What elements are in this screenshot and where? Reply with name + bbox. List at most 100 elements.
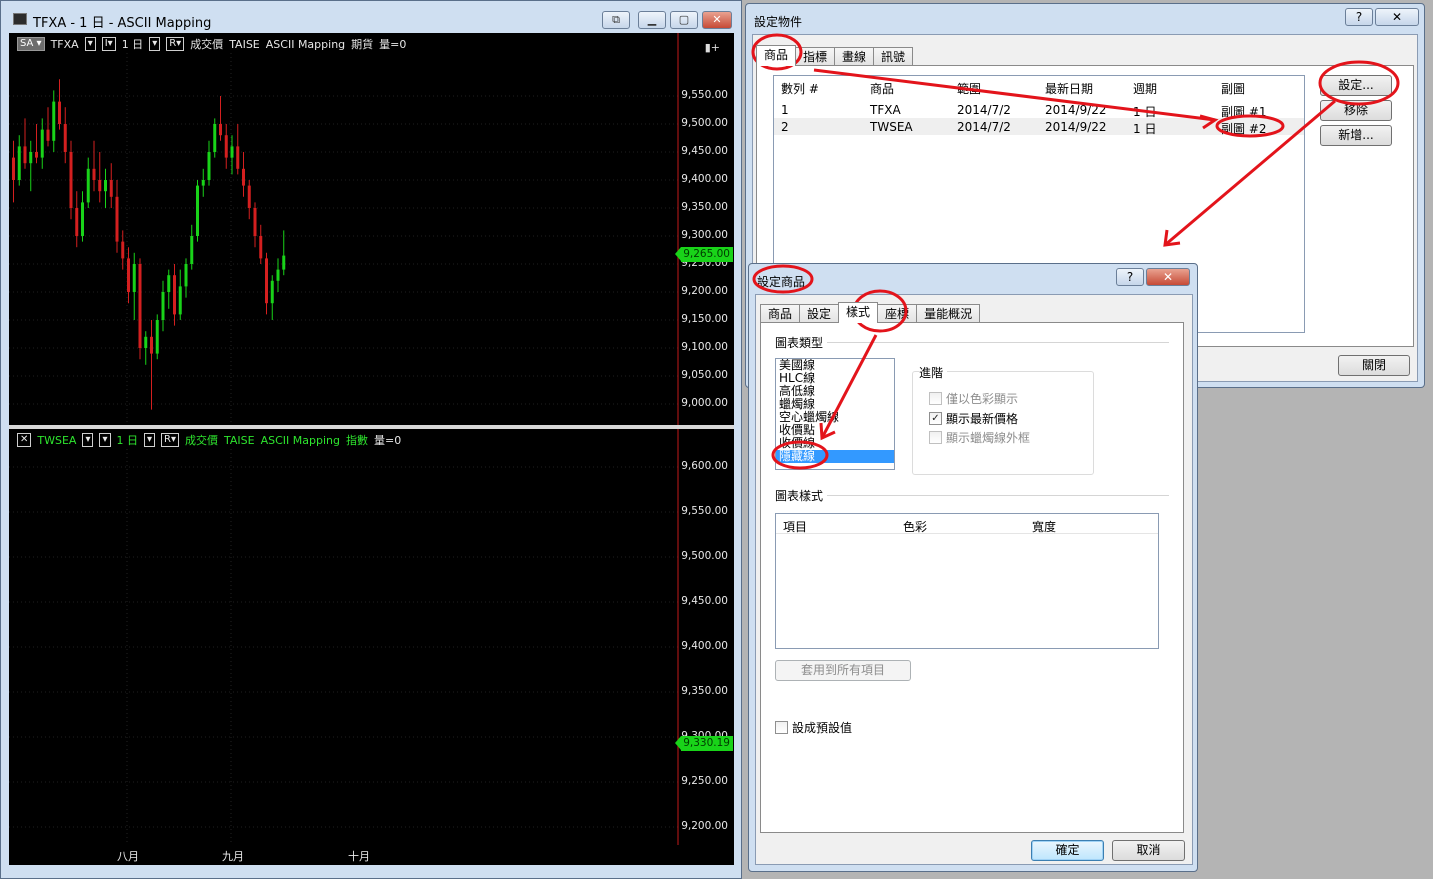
style-grid[interactable]: 項目 色彩 寬度 (775, 513, 1159, 649)
range-dropdown-icon[interactable]: R▾ (161, 433, 180, 447)
candle-body (86, 168, 90, 203)
col-period[interactable]: 週期 (1133, 80, 1157, 97)
col-color[interactable]: 色彩 (903, 518, 927, 535)
close-window-button[interactable]: ✕ (702, 11, 732, 29)
dialog-title: 設定商品 (757, 275, 806, 289)
series-list-header: 數列 # 商品 範圍 最新日期 週期 副圖 (774, 76, 1304, 96)
col-width[interactable]: 寬度 (1032, 518, 1056, 535)
cell-no: 2 (781, 120, 789, 134)
list-item-selected[interactable]: 隱藏線 (776, 450, 894, 463)
field-label: 成交價 (190, 38, 224, 51)
tab-signals[interactable]: 訊號 (873, 47, 914, 66)
maximize-button[interactable]: ▢ (670, 11, 698, 29)
price-pane-tfxa[interactable]: SA ▾ TFXA ▾ I▾ 1 日 ▾ R▾ 成交價 TAISE ASCII … (9, 33, 734, 425)
y-tick-label: 9,200.00 (681, 285, 728, 297)
type-label: 期貨 (351, 38, 374, 51)
y-tick-label: 9,250.00 (681, 775, 728, 787)
tab-volume-profile[interactable]: 量能概況 (916, 304, 981, 323)
tab-settings[interactable]: 設定 (799, 304, 840, 323)
candle-body (127, 258, 130, 292)
help-button[interactable]: ? (1116, 268, 1144, 286)
sa-dropdown[interactable]: SA ▾ (17, 37, 45, 51)
col-item[interactable]: 項目 (783, 518, 807, 535)
candle-body (219, 124, 222, 136)
symbol-dropdown-icon[interactable]: ▾ (84, 37, 96, 51)
candle-body (92, 168, 96, 180)
tab-indicators[interactable]: 指標 (795, 47, 836, 66)
col-range[interactable]: 範圍 (957, 80, 981, 97)
interval-dropdown-icon[interactable]: I▾ (101, 37, 116, 51)
col-symbol[interactable]: 商品 (870, 80, 894, 97)
show-last-price-option[interactable]: ✓ 顯示最新價格 (929, 410, 1018, 427)
remove-button[interactable]: 移除 (1320, 100, 1392, 121)
candle-body (155, 320, 159, 354)
table-row[interactable]: 2 TWSEA 2014/7/2 2014/9/22 1 日 副圖 #2 (774, 118, 1304, 136)
price-pane-twsea[interactable]: ✕ TWSEA ▾ ▾ 1 日 ▾ R▾ 成交價 TAISE ASCII Map… (9, 429, 734, 846)
y-tick-label: 9,450.00 (681, 145, 728, 157)
tab-style[interactable]: 樣式 (838, 302, 879, 323)
symbol-tabs: 商品 設定 樣式 座標 量能概況 (760, 302, 981, 323)
settings-button[interactable]: 設定... (1320, 75, 1392, 96)
chart-window-titlebar[interactable]: TFXA - 1 日 - ASCII Mapping ⧉ ▁ ▢ ✕ (1, 1, 741, 35)
candle-body (69, 152, 73, 208)
chart-style-label: 圖表樣式 (775, 487, 828, 504)
table-row[interactable]: 1 TFXA 2014/7/2 2014/9/22 1 日 副圖 #1 (774, 101, 1304, 119)
close-dialog-button[interactable]: ✕ (1146, 268, 1190, 286)
y-tick-label: 9,350.00 (681, 685, 728, 697)
symbol-dropdown-icon[interactable]: ▾ (82, 433, 94, 447)
chart-window-title: TFXA - 1 日 - ASCII Mapping (33, 16, 212, 31)
interval-dropdown-icon[interactable]: ▾ (99, 433, 111, 447)
color-only-checkbox[interactable] (929, 392, 942, 405)
interval-menu-icon[interactable]: ▾ (149, 37, 161, 51)
y-tick-label: 9,600.00 (681, 460, 728, 472)
set-default-checkbox[interactable] (775, 721, 788, 734)
minimize-button[interactable]: ▁ (638, 11, 666, 29)
volume-label: 量=0 (379, 38, 407, 51)
close-dialog-button[interactable]: ✕ (1375, 8, 1419, 26)
set-default-option[interactable]: 設成預設值 (775, 719, 852, 736)
object-tabs: 商品 指標 畫線 訊號 (756, 45, 914, 66)
tab-symbol[interactable]: 商品 (756, 45, 797, 66)
apply-all-button[interactable]: 套用到所有項目 (775, 660, 911, 681)
y-tick-label: 9,300.00 (681, 229, 728, 241)
dialog-title: 設定物件 (754, 15, 803, 29)
y-tick-label: 9,550.00 (681, 505, 728, 517)
add-button[interactable]: 新增... (1320, 125, 1392, 146)
chart-type-list[interactable]: 美國線 HLC線 高低線 蠟燭線 空心蠟燭線 收價點 收價線 隱藏線 (775, 358, 895, 470)
restore-chart-icon[interactable]: ⧉ (602, 11, 630, 29)
tab-symbol[interactable]: 商品 (760, 304, 801, 323)
close-button[interactable]: 關閉 (1338, 355, 1410, 376)
dialog-body: 商品 設定 樣式 座標 量能概況 圖表類型 美國線 HLC線 高低線 蠟燭線 空… (755, 294, 1193, 865)
candle-outline-checkbox[interactable] (929, 431, 942, 444)
candle-body (58, 101, 61, 124)
candle-body (29, 152, 33, 164)
chart-type-label: 圖表類型 (775, 334, 828, 351)
col-subchart[interactable]: 副圖 (1221, 80, 1245, 97)
candle-body (178, 286, 182, 315)
y-tick-label: 9,150.00 (681, 313, 728, 325)
ok-button[interactable]: 確定 (1031, 840, 1104, 861)
pane-pin-icon[interactable]: ▮+ (705, 41, 720, 54)
interval-menu-icon[interactable]: ▾ (144, 433, 156, 447)
close-pane-icon[interactable]: ✕ (17, 433, 32, 447)
y-tick-label: 9,050.00 (681, 369, 728, 381)
advanced-label: 進階 (919, 364, 948, 381)
candle-body (167, 275, 171, 292)
color-only-option[interactable]: 僅以色彩顯示 (929, 390, 1018, 407)
cancel-button[interactable]: 取消 (1112, 840, 1185, 861)
candle-body (270, 280, 274, 304)
y-tick-label: 9,200.00 (681, 820, 728, 832)
show-last-price-checkbox[interactable]: ✓ (929, 412, 942, 425)
tab-scaling[interactable]: 座標 (877, 304, 918, 323)
last-price-tag-tfxa: 9,265.00 (675, 247, 733, 262)
date-axis: 八月 九月 十月 (9, 845, 734, 865)
candle-body (115, 196, 119, 242)
candle-outline-option[interactable]: 顯示蠟燭線外框 (929, 429, 1030, 446)
candle-body (23, 146, 27, 164)
help-button[interactable]: ? (1345, 8, 1373, 26)
range-dropdown-icon[interactable]: R▾ (166, 37, 185, 51)
col-latest-date[interactable]: 最新日期 (1045, 80, 1093, 97)
col-series-no[interactable]: 數列 # (781, 80, 819, 97)
tab-drawings[interactable]: 畫線 (834, 47, 875, 66)
candle-body (230, 146, 234, 158)
